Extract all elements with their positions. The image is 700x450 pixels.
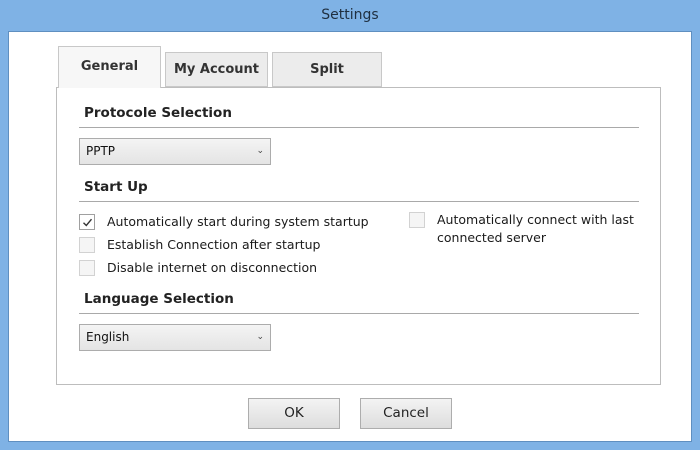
- startup-section-title: Start Up: [84, 179, 148, 195]
- tab-my-account-label: My Account: [173, 62, 260, 77]
- establish-connection-checkbox[interactable]: [79, 237, 95, 253]
- window-title: Settings: [321, 7, 379, 23]
- disable-internet-label: Disable internet on disconnection: [107, 260, 318, 275]
- cancel-button[interactable]: Cancel: [360, 398, 452, 429]
- chevron-down-icon: ⌄: [256, 146, 264, 156]
- settings-dialog: General My Account Split Tunneling Proto…: [8, 31, 692, 442]
- title-bar[interactable]: Settings: [0, 0, 700, 31]
- establish-connection-label: Establish Connection after startup: [107, 237, 321, 252]
- auto-start-checkbox[interactable]: [79, 214, 95, 230]
- language-select[interactable]: English ⌄: [79, 324, 271, 351]
- chevron-down-icon: ⌄: [256, 332, 264, 342]
- establish-connection-option[interactable]: Establish Connection after startup: [79, 236, 379, 254]
- protocol-divider: [79, 127, 639, 128]
- tab-my-account[interactable]: My Account: [165, 52, 268, 87]
- checkmark-icon: [83, 218, 93, 227]
- language-select-value: English: [86, 330, 130, 344]
- tab-general-label: General: [80, 59, 139, 74]
- auto-start-label: Automatically start during system startu…: [107, 214, 369, 229]
- auto-connect-last-server-option[interactable]: Automatically connect with last connecte…: [409, 211, 649, 247]
- auto-start-option[interactable]: Automatically start during system startu…: [79, 213, 379, 231]
- protocol-select-value: PPTP: [86, 144, 116, 158]
- startup-divider: [79, 201, 639, 202]
- tab-general[interactable]: General: [58, 46, 161, 88]
- ok-button-label: OK: [284, 405, 304, 421]
- disable-internet-checkbox[interactable]: [79, 260, 95, 276]
- disable-internet-option[interactable]: Disable internet on disconnection: [79, 259, 379, 277]
- protocol-section-title: Protocole Selection: [84, 105, 232, 121]
- language-divider: [79, 313, 639, 314]
- language-section-title: Language Selection: [84, 291, 234, 307]
- tab-split-tunneling[interactable]: Split Tunneling: [272, 52, 382, 110]
- ok-button[interactable]: OK: [248, 398, 340, 429]
- general-panel: Protocole Selection PPTP ⌄ Start Up Auto…: [56, 87, 661, 385]
- protocol-select[interactable]: PPTP ⌄: [79, 138, 271, 165]
- cancel-button-label: Cancel: [383, 405, 429, 421]
- auto-connect-last-server-checkbox[interactable]: [409, 212, 425, 228]
- auto-connect-last-server-label: Automatically connect with last connecte…: [437, 212, 634, 245]
